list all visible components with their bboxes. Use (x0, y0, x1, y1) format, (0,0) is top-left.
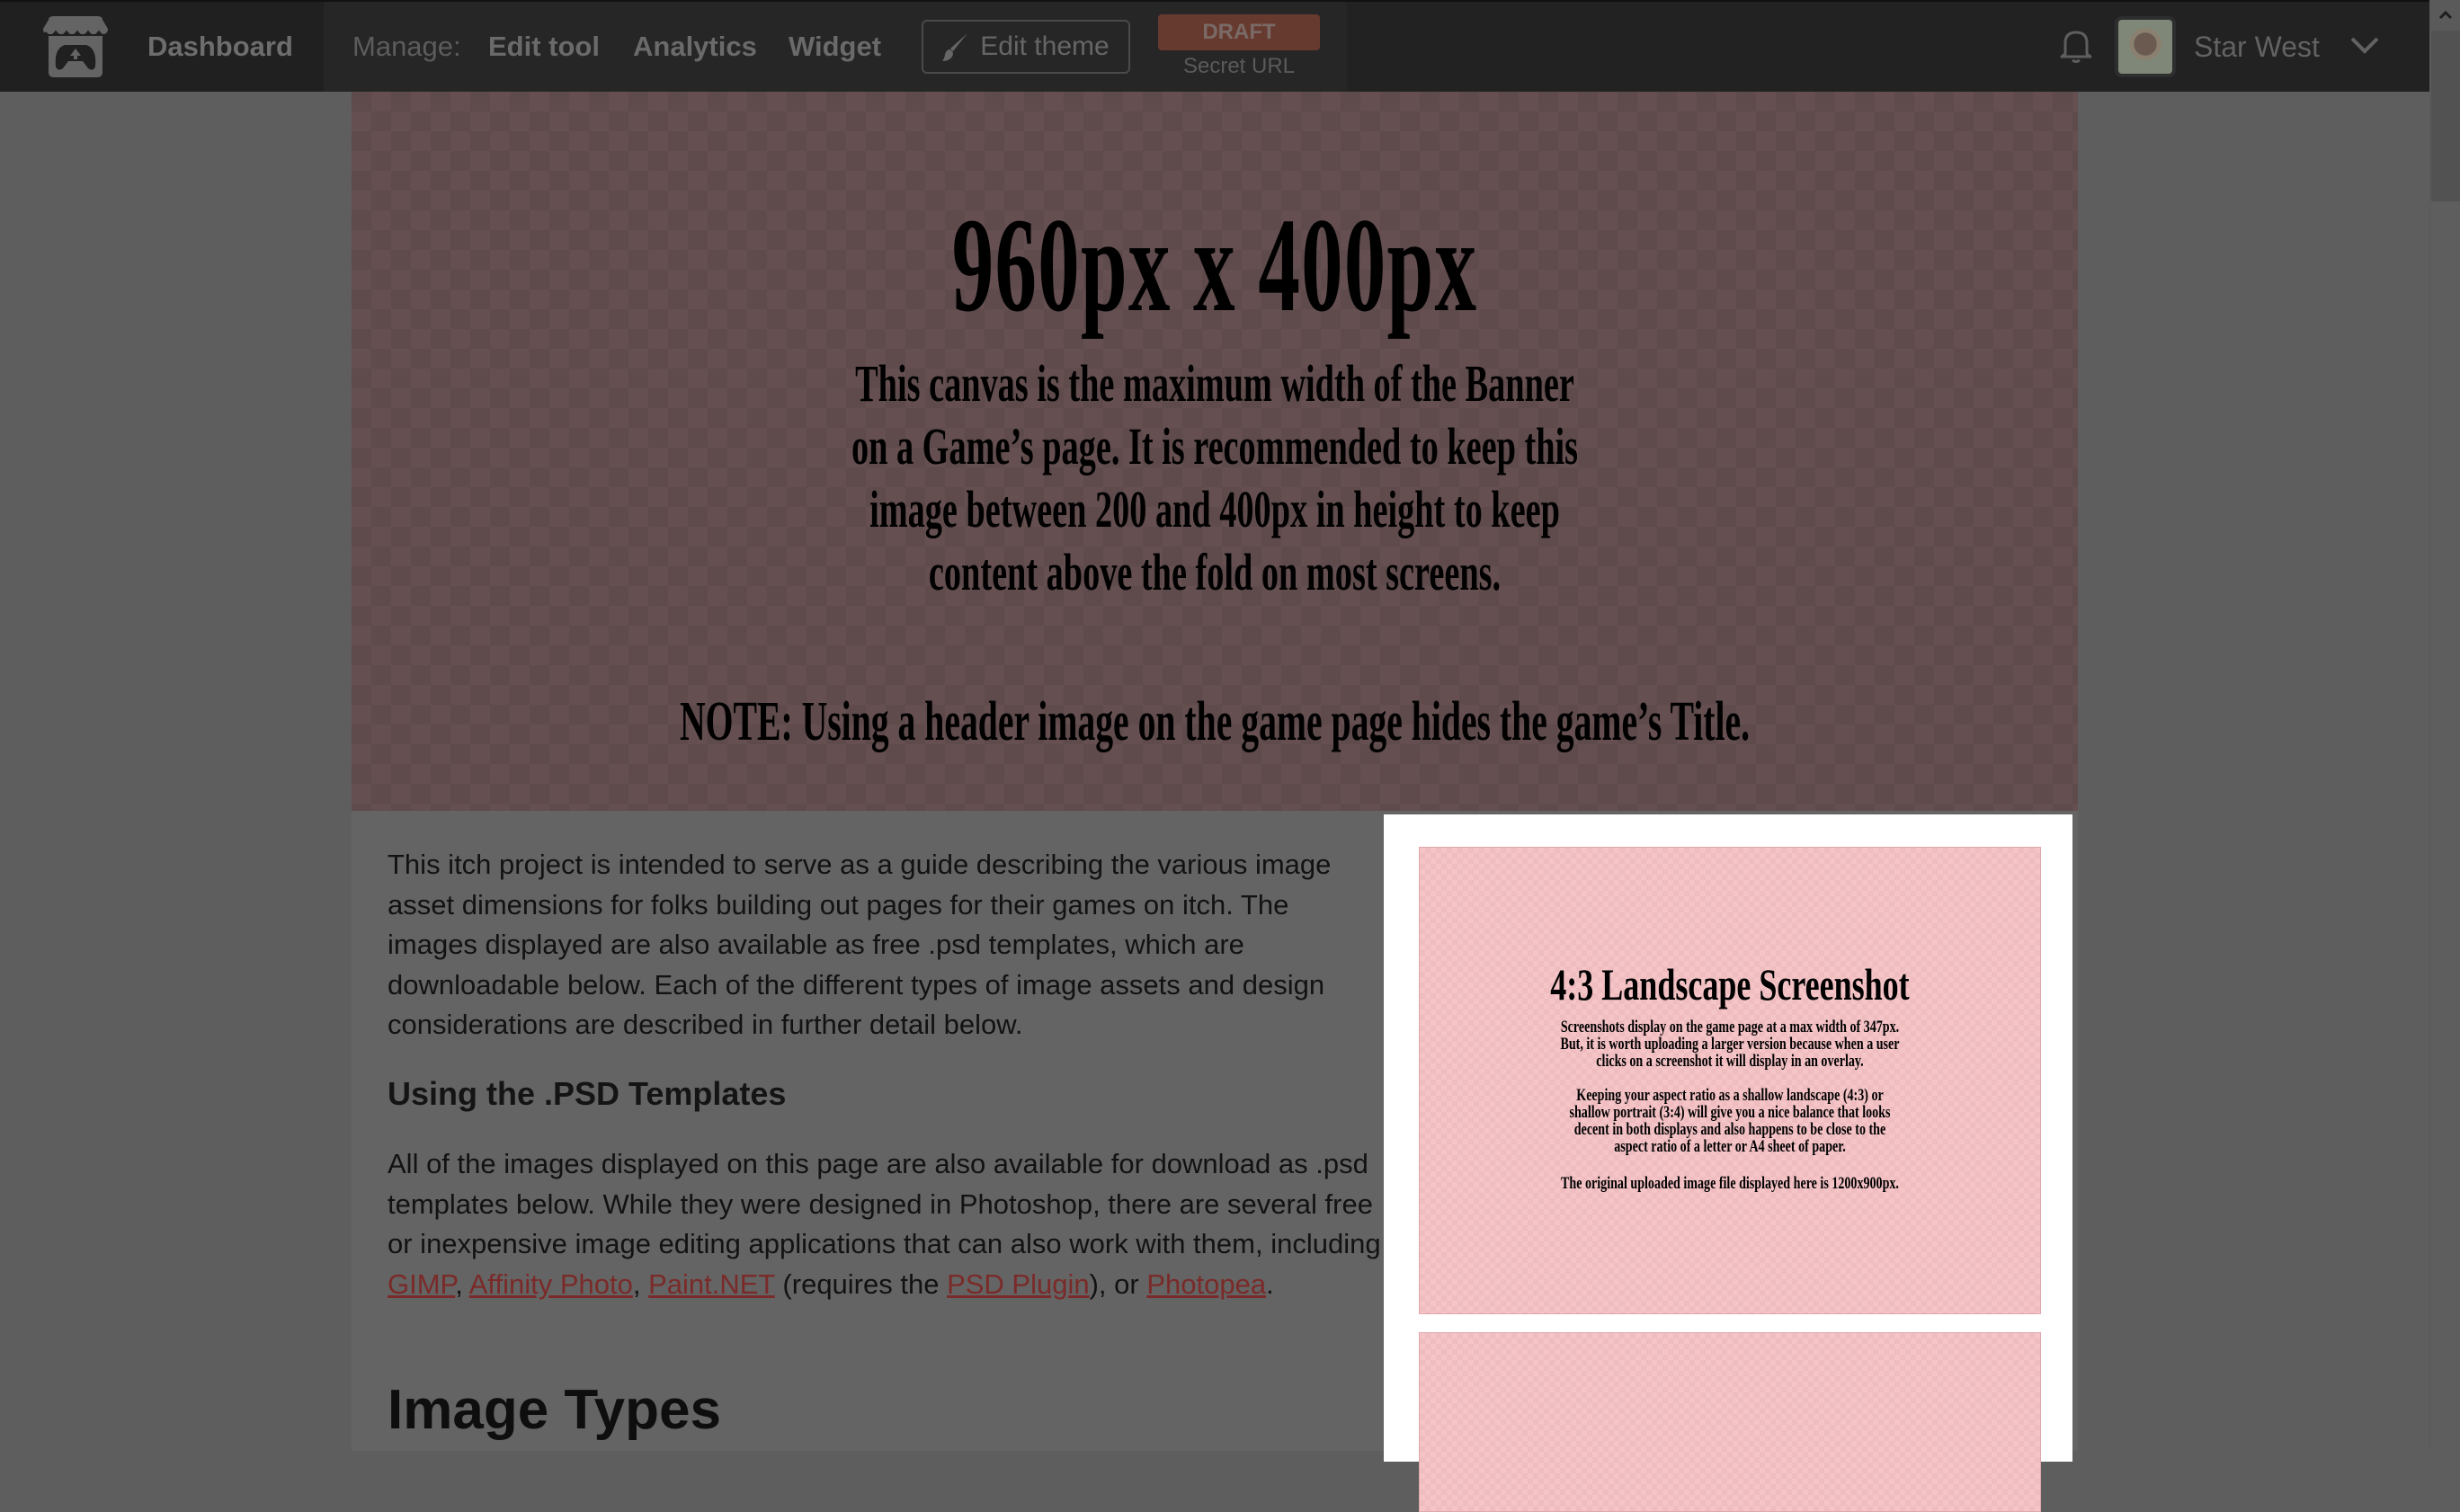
paintbrush-icon (942, 33, 968, 61)
separator: , (455, 1267, 469, 1300)
screenshot-text: Keeping your aspect ratio as a shallow l… (1501, 1087, 1960, 1155)
affinity-photo-link[interactable]: Affinity Photo (469, 1268, 633, 1300)
banner-note: NOTE: Using a header image on the game p… (679, 691, 1751, 752)
scrollbar-thumb[interactable] (2431, 31, 2460, 201)
screenshot-text-line: shallow portrait (3:4) will give you a n… (1569, 1103, 1891, 1122)
banner-description-line: This canvas is the maximum width of the … (855, 354, 1574, 413)
psd-templates-heading: Using the .PSD Templates (388, 1075, 787, 1112)
gimp-link[interactable]: GIMP (388, 1268, 455, 1300)
header-banner-image: 960px x 400px This canvas is the maximum… (352, 92, 2078, 811)
scroll-up-button[interactable] (2430, 0, 2460, 31)
bell-icon[interactable] (2057, 27, 2095, 65)
screenshot-text-line: decent in both displays and also happens… (1573, 1120, 1886, 1139)
photopea-link[interactable]: Photopea (1146, 1268, 1266, 1300)
banner-description: This canvas is the maximum width of the … (645, 352, 1784, 604)
screenshot-title: 4:3 Landscape Screenshot (1550, 959, 1910, 1009)
header-brand-section: Dashboard (0, 2, 324, 92)
intro-paragraph: This itch project is intended to serve a… (388, 849, 1332, 1041)
screenshot-thumbnail[interactable] (1419, 1332, 2041, 1512)
screenshot-text: The original uploaded image file display… (1501, 1175, 1960, 1192)
edit-theme-button[interactable]: Edit theme (922, 20, 1130, 74)
banner-description-line: content above the fold on most screens. (928, 543, 1502, 601)
image-types-heading: Image Types (388, 1379, 722, 1441)
caret-up-icon (2438, 10, 2453, 20)
banner-description-line: on a Game’s page. It is recommended to k… (851, 417, 1579, 476)
dashboard-link[interactable]: Dashboard (147, 2, 293, 92)
psd-paragraph-text: All of the images displayed on this page… (388, 1148, 1381, 1260)
screenshot-text-line: Screenshots display on the game page at … (1560, 1018, 1900, 1036)
banner-description-line: image between 200 and 400px in height to… (869, 480, 1560, 538)
screenshot-text-line: Keeping your aspect ratio as a shallow l… (1576, 1086, 1884, 1105)
screenshot-text-line: aspect ratio of a letter or A4 sheet of … (1614, 1137, 1846, 1156)
psd-plugin-link[interactable]: PSD Plugin (947, 1268, 1090, 1300)
widget-link[interactable]: Widget (789, 2, 881, 92)
itch-logo-icon[interactable] (40, 16, 111, 79)
screenshot-text-line: But, it is worth uploading a larger vers… (1560, 1035, 1900, 1054)
screenshot-thumbnail[interactable]: 4:3 Landscape Screenshot Screenshots dis… (1419, 847, 2041, 1314)
psd-paragraph: All of the images displayed on this page… (388, 1144, 1386, 1304)
edit-theme-label: Edit theme (980, 31, 1110, 61)
paint-net-link[interactable]: Paint.NET (648, 1268, 775, 1300)
secret-url-link[interactable]: Secret URL (1158, 54, 1320, 79)
manage-label: Manage: (352, 31, 461, 62)
screenshot-text: Screenshots display on the game page at … (1501, 1018, 1960, 1070)
analytics-link[interactable]: Analytics (633, 2, 757, 92)
game-page-column: 960px x 400px This canvas is the maximum… (352, 92, 2078, 1512)
screenshot-text-line: The original uploaded image file display… (1561, 1174, 1899, 1193)
user-name[interactable]: Star West (2194, 2, 2320, 92)
psd-paragraph-text: . (1266, 1267, 1274, 1300)
chevron-down-icon[interactable] (2349, 34, 2381, 56)
screenshot-text-line: clicks on a screenshot it will display i… (1596, 1052, 1864, 1071)
draft-status-badge[interactable]: DRAFT (1158, 14, 1320, 50)
edit-tool-link[interactable]: Edit tool (488, 2, 600, 92)
psd-paragraph-text: (requires the (774, 1267, 948, 1300)
screenshots-panel: 4:3 Landscape Screenshot Screenshots dis… (1384, 814, 2072, 1512)
banner-title: 960px x 400px (951, 191, 1478, 340)
user-avatar[interactable] (2115, 16, 2176, 77)
separator: , (632, 1267, 649, 1300)
psd-paragraph-text: ), or (1089, 1267, 1147, 1300)
manage-section: Manage: Edit tool Analytics Widget Edit … (324, 2, 1347, 92)
page-scrollbar[interactable] (2429, 0, 2460, 1451)
top-header: Dashboard Manage: Edit tool Analytics Wi… (0, 0, 2429, 92)
